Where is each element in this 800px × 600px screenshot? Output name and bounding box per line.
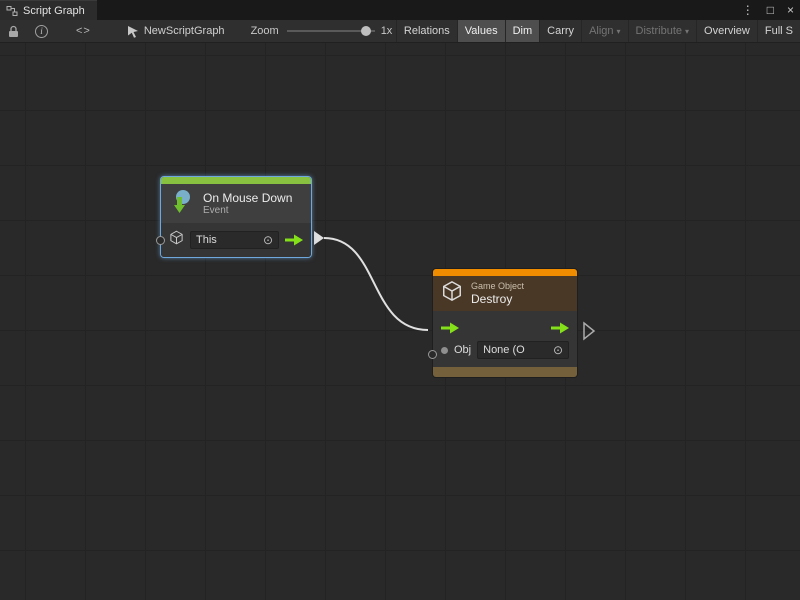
flow-output-port[interactable] [551,322,569,334]
connection-start-arrow [314,231,324,245]
align-label: Align [589,25,613,37]
node-body: This ⊙ [161,223,311,257]
on-mouse-down-event-icon [169,188,195,219]
distribute-label: Distribute [636,25,682,37]
node-header[interactable]: Game Object Destroy [433,276,577,311]
node-on-mouse-down[interactable]: On Mouse Down Event This ⊙ [160,176,312,258]
dim-button[interactable]: Dim [505,20,540,42]
align-button[interactable]: Align ▾ [581,20,627,42]
window-titlebar: Script Graph ⋮ □ × [0,0,800,20]
close-icon[interactable]: × [787,0,794,20]
carry-button[interactable]: Carry [539,20,581,42]
lock-icon[interactable] [8,25,19,38]
obj-field-value: None (O [483,344,525,356]
distribute-button[interactable]: Distribute ▾ [628,20,696,42]
fullscreen-button[interactable]: Full S [757,20,800,42]
node-body: Obj None (O ⊙ [433,311,577,367]
target-field-value: This [196,234,217,246]
node-subtitle: Event [203,205,292,217]
event-accent-bar [161,177,311,184]
obj-field[interactable]: None (O ⊙ [477,341,569,359]
relations-button[interactable]: Relations [396,20,457,42]
node-category: Game Object [471,281,524,292]
maximize-icon[interactable]: □ [767,0,774,20]
zoom-value: 1x [381,25,393,37]
chevron-down-icon: ▾ [685,27,689,36]
code-icon[interactable]: <> [76,25,91,37]
flow-output-port[interactable] [285,234,303,246]
graph-canvas[interactable]: On Mouse Down Event This ⊙ [0,43,800,600]
graph-reference[interactable]: NewScriptGraph [127,25,225,38]
obj-label: Obj [454,344,471,356]
target-field[interactable]: This ⊙ [190,231,279,249]
connection-wire[interactable] [324,238,428,330]
graph-name-label: NewScriptGraph [144,25,225,37]
script-graph-window: Script Graph ⋮ □ × i <> NewScriptGraph Z… [0,0,800,600]
overview-button[interactable]: Overview [696,20,757,42]
flow-continuation-triangle [584,323,594,339]
zoom-slider-knob[interactable] [361,26,371,36]
macro-arrow-icon [127,25,139,38]
value-input-port[interactable] [156,236,165,245]
obj-row: Obj None (O ⊙ [441,339,569,361]
flow-row [441,317,569,339]
tab-script-graph[interactable]: Script Graph [0,0,97,20]
tab-label: Script Graph [23,5,85,17]
window-controls: ⋮ □ × [742,0,794,20]
node-title: On Mouse Down [203,191,292,205]
obj-port-dot [441,347,448,354]
node-title: Destroy [471,292,524,306]
toolbar-buttons: Relations Values Dim Carry Align ▾ Distr… [396,20,800,42]
gameobject-cube-icon [441,280,463,307]
obj-input-port[interactable] [428,350,437,359]
node-footer-bar [433,367,577,377]
values-button[interactable]: Values [457,20,505,42]
connections-layer [0,43,800,600]
graph-tab-icon [6,5,18,17]
node-header[interactable]: On Mouse Down Event [161,184,311,223]
destroy-accent-bar [433,269,577,276]
target-icon[interactable]: ⊙ [263,235,273,246]
chevron-down-icon: ▾ [617,27,621,36]
flow-input-port[interactable] [441,322,459,334]
target-icon[interactable]: ⊙ [553,345,563,356]
window-menu-icon[interactable]: ⋮ [742,0,754,20]
zoom-slider[interactable] [287,24,375,38]
graph-toolbar: i <> NewScriptGraph Zoom 1x Relations Va… [0,20,800,43]
node-destroy[interactable]: Game Object Destroy Obj [432,268,578,378]
zoom-label: Zoom [251,25,279,37]
info-icon[interactable]: i [35,25,48,38]
gameobject-cube-icon [169,230,184,250]
